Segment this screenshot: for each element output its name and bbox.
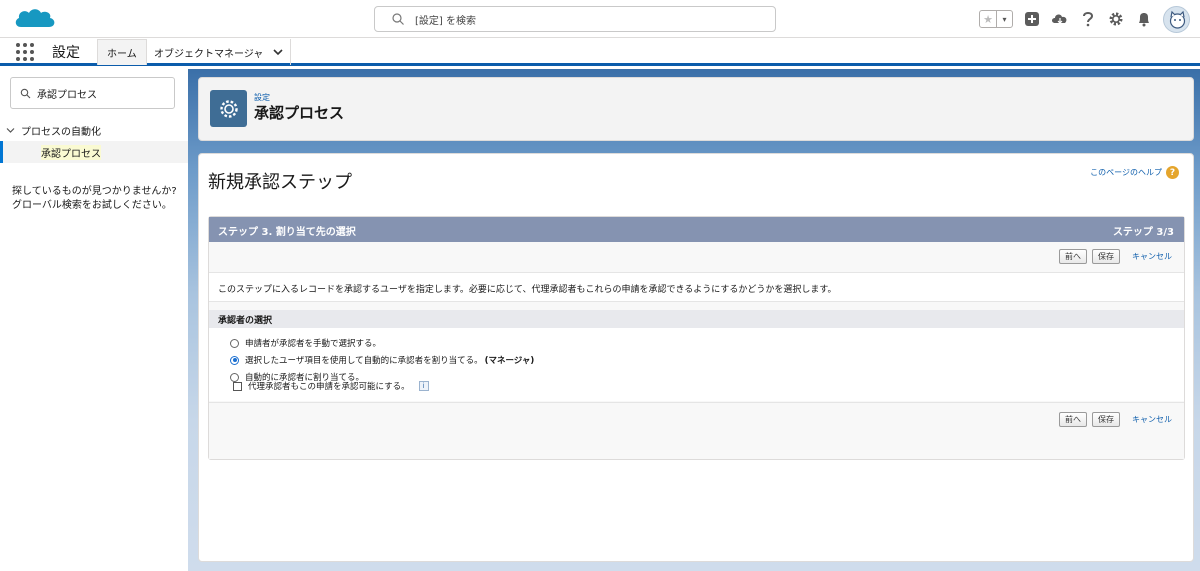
not-found-hint: 探しているものが見つかりませんか? グローバル検索をお試しください。	[12, 185, 177, 213]
previous-button[interactable]: 前へ	[1059, 412, 1087, 427]
cancel-link[interactable]: キャンセル	[1132, 251, 1172, 262]
step-counter: ステップ 3/3	[1112, 227, 1174, 238]
tree-node-process-automation[interactable]: プロセスの自動化	[6, 123, 101, 138]
app-name: 設定	[52, 45, 80, 61]
sidebar-item-label: 承認プロセス	[41, 145, 101, 160]
chevron-down-icon[interactable]	[273, 48, 283, 56]
step-block: ステップ 3. 割り当て先の選択 ステップ 3/3 前へ 保存 キャンセル この…	[208, 216, 1185, 460]
global-search[interactable]: [設定] を検索	[374, 6, 776, 32]
approver-section-header: 承認者の選択	[209, 310, 1184, 328]
delegate-checkbox[interactable]	[233, 381, 242, 391]
delegate-checkbox-label: 代理承認者もこの申請を承認可能にする。	[248, 382, 410, 392]
favorites-group: ★ ▾	[979, 10, 1013, 28]
radio-label: 選択したユーザ項目を使用して自動的に承認者を割り当てる。	[245, 356, 483, 366]
global-actions-plus-icon[interactable]	[1023, 10, 1041, 28]
help-question-icon: ?	[1166, 166, 1179, 179]
step-description-text: このステップに入るレコードを承認するユーザを指定します。必要に応じて、代理承認者…	[218, 285, 837, 295]
favorites-dropdown-icon[interactable]: ▾	[996, 11, 1012, 27]
radio-option-manual[interactable]: 申請者が承認者を手動で選択する。	[230, 337, 381, 349]
not-found-line1: 探しているものが見つかりませんか?	[12, 186, 177, 197]
step-page-title: 新規承認ステップ	[208, 172, 352, 193]
top-button-row: 前へ 保存 キャンセル	[1059, 249, 1172, 264]
chevron-down-icon[interactable]	[6, 127, 15, 134]
step-description: このステップに入るレコードを承認するユーザを指定します。必要に応じて、代理承認者…	[209, 272, 1184, 302]
setup-gear-icon[interactable]	[1107, 10, 1125, 28]
notifications-bell-icon[interactable]	[1135, 10, 1153, 28]
radio-label-suffix: (マネージャ)	[484, 356, 535, 366]
tab-home-label: ホーム	[107, 49, 137, 60]
page-title: 承認プロセス	[254, 104, 345, 122]
cancel-link[interactable]: キャンセル	[1132, 414, 1172, 425]
not-found-line2: グローバル検索をお試しください。	[12, 200, 172, 211]
quick-find-value: 承認プロセス	[37, 90, 97, 101]
page-header: 設定 承認プロセス	[198, 77, 1194, 141]
radio-button-selected[interactable]	[230, 355, 239, 365]
setup-gear-header-icon	[210, 90, 247, 127]
radio-label: 申請者が承認者を手動で選択する。	[245, 339, 382, 349]
global-header: [設定] を検索 ★ ▾	[0, 0, 1200, 38]
save-button[interactable]: 保存	[1092, 412, 1120, 427]
save-button[interactable]: 保存	[1092, 249, 1120, 264]
app-launcher-icon[interactable]	[16, 43, 34, 61]
user-avatar[interactable]	[1163, 5, 1190, 33]
favorites-star-icon[interactable]: ★	[980, 11, 996, 27]
quick-find-input[interactable]: 承認プロセス	[10, 77, 175, 109]
context-navigation-bar: 設定 ホーム オブジェクトマネージャ	[0, 38, 1200, 66]
help-link-label: このページのヘルプ	[1090, 168, 1162, 177]
search-icon	[20, 88, 31, 99]
section-title: 承認者の選択	[218, 316, 273, 326]
help-question-icon[interactable]	[1079, 10, 1097, 28]
radio-option-user-field[interactable]: 選択したユーザ項目を使用して自動的に承認者を割り当てる。 (マネージャ)	[230, 354, 534, 366]
tab-object-manager-label: オブジェクトマネージャ	[154, 48, 264, 60]
step-title-bar: ステップ 3. 割り当て先の選択 ステップ 3/3	[209, 217, 1184, 242]
search-placeholder: [設定] を検索	[415, 16, 476, 27]
previous-button[interactable]: 前へ	[1059, 249, 1087, 264]
delegate-approver-option[interactable]: 代理承認者もこの申請を承認可能にする。 i	[233, 380, 429, 392]
step-name: ステップ 3. 割り当て先の選択	[218, 227, 356, 238]
tab-home[interactable]: ホーム	[97, 39, 147, 65]
trailhead-guidance-icon[interactable]	[1051, 10, 1069, 28]
tab-object-manager[interactable]: オブジェクトマネージャ	[145, 39, 291, 65]
radio-button[interactable]	[230, 338, 239, 348]
setup-sidebar: 承認プロセス プロセスの自動化 承認プロセス 探しているものが見つかりませんか?…	[0, 69, 188, 571]
info-icon[interactable]: i	[418, 381, 429, 391]
header-utility-icons: ★ ▾	[979, 4, 1190, 34]
bottom-button-row: 前へ 保存 キャンセル	[1059, 412, 1172, 427]
salesforce-cloud-logo[interactable]	[12, 5, 58, 33]
bottom-button-bar	[209, 402, 1184, 459]
search-icon	[392, 13, 404, 25]
sidebar-item-approval-process[interactable]: 承認プロセス	[0, 141, 188, 163]
content-card: 新規承認ステップ このページのヘルプ ? ステップ 3. 割り当て先の選択 ステ…	[198, 153, 1194, 562]
tree-node-label: プロセスの自動化	[21, 127, 101, 138]
help-for-this-page-link[interactable]: このページのヘルプ ?	[1090, 166, 1179, 179]
